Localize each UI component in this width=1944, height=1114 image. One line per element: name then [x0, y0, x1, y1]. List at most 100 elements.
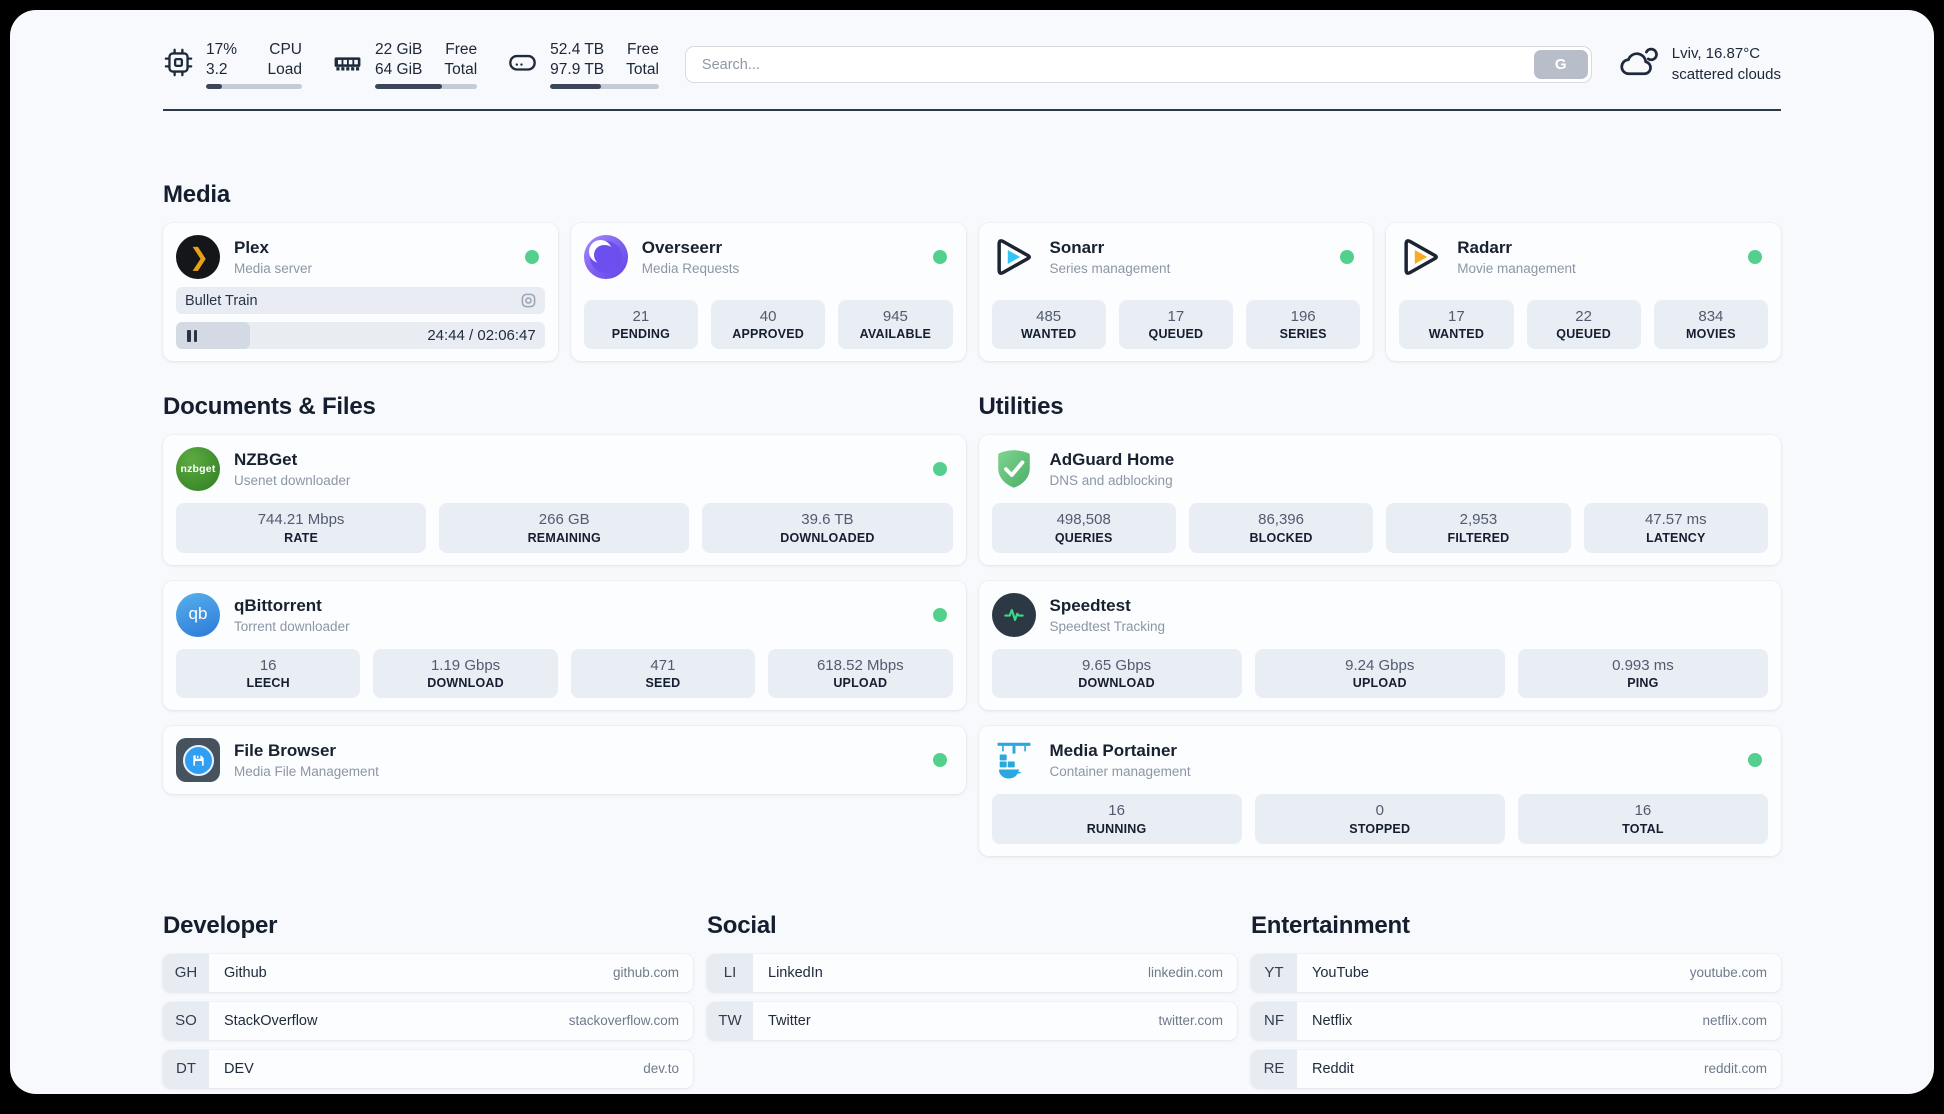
stat-filtered: 2,953 FILTERED — [1386, 503, 1571, 553]
session-icon[interactable] — [521, 293, 536, 308]
bookmark-linkedin[interactable]: LI LinkedIn linkedin.com — [707, 953, 1237, 992]
app-card-filebrowser[interactable]: File Browser Media File Management — [163, 726, 966, 795]
app-name: qBittorrent — [234, 595, 322, 615]
stat-approved: 40 APPROVED — [711, 299, 826, 350]
ram-total-value: 64 GiB — [375, 61, 423, 79]
app-description: Media Requests — [641, 261, 740, 277]
app-card-portainer[interactable]: Media Portainer Container management 16 … — [978, 726, 1781, 856]
disk-widget: 52.4 TB 97.9 TB Free Total — [507, 40, 659, 90]
bookmark-name: StackOverflow — [224, 1012, 318, 1029]
app-card-radarr[interactable]: Radarr Movie management 17 WANTED 22 QUE… — [1386, 223, 1781, 362]
bookmark-name: DEV — [224, 1060, 254, 1077]
ram-free-label: Free — [445, 41, 478, 58]
bookmark-name: Reddit — [1312, 1060, 1354, 1077]
bookmark-name: YouTube — [1312, 964, 1369, 981]
app-name: Radarr — [1457, 238, 1513, 258]
now-playing-title: Bullet Train — [185, 292, 258, 309]
stat-ping: 0.993 ms PING — [1517, 648, 1768, 699]
bookmark-group-social: Social LI LinkedIn linkedin.com TW Twitt… — [707, 912, 1237, 1088]
playback-progress-row: 24:44 / 02:06:47 — [176, 322, 545, 350]
app-description: Usenet downloader — [234, 473, 351, 489]
app-card-speedtest[interactable]: Speedtest Speedtest Tracking 9.65 Gbps D… — [978, 580, 1781, 711]
bookmark-abbr: SO — [163, 1001, 209, 1040]
ram-total-label: Total — [444, 61, 478, 79]
stat-wanted: 17 WANTED — [1399, 299, 1514, 350]
app-name: Sonarr — [1049, 238, 1105, 258]
app-name: AdGuard Home — [1049, 450, 1175, 470]
stat-available: 945 AVAILABLE — [838, 299, 953, 350]
bookmark-netflix[interactable]: NF Netflix netflix.com — [1251, 1001, 1781, 1040]
bookmark-url: linkedin.com — [1147, 965, 1223, 981]
bookmark-url: dev.to — [643, 1061, 679, 1077]
search-input[interactable] — [684, 46, 1592, 84]
bookmark-name: Github — [224, 964, 267, 981]
stat-wanted: 485 WANTED — [991, 299, 1106, 350]
app-card-nzbget[interactable]: nzbget NZBGet Usenet downloader 744.21 M… — [163, 435, 966, 565]
section-title-entertainment: Entertainment — [1251, 911, 1410, 939]
app-name: Plex — [234, 238, 269, 258]
search-bar: G — [684, 46, 1592, 84]
bookmark-url: youtube.com — [1689, 965, 1767, 981]
weather-widget: Lviv, 16.87°C scattered clouds — [1618, 44, 1781, 85]
app-name: Media Portainer — [1049, 741, 1178, 761]
bookmark-abbr: TW — [707, 1001, 753, 1040]
stat-download: 9.65 Gbps DOWNLOAD — [991, 648, 1242, 699]
header-divider — [163, 109, 1781, 112]
app-card-qbittorrent[interactable]: qb qBittorrent Torrent downloader 16 LEE… — [163, 580, 966, 711]
app-name: Speedtest — [1049, 595, 1131, 615]
stat-downloaded: 39.6 TB DOWNLOADED — [702, 503, 953, 553]
stat-upload: 618.52 Mbps UPLOAD — [768, 648, 953, 699]
pause-icon[interactable] — [187, 329, 197, 342]
overseerr-icon — [583, 235, 628, 280]
status-dot — [932, 462, 947, 477]
ram-icon — [332, 47, 363, 83]
bookmark-abbr: NF — [1251, 1001, 1297, 1040]
portainer-icon — [992, 738, 1036, 782]
stat-queued: 22 QUEUED — [1526, 299, 1641, 350]
dashboard: 17% 3.2 CPU Load 22 GiB 64 GiB Free Tota… — [10, 10, 1934, 1094]
stat-stopped: 0 STOPPED — [1254, 794, 1505, 844]
stat-queued: 17 QUEUED — [1118, 299, 1233, 350]
bookmark-url: twitter.com — [1158, 1013, 1223, 1029]
stat-pending: 21 PENDING — [583, 299, 698, 350]
stat-movies: 834 MOVIES — [1653, 299, 1768, 350]
section-title-developer: Developer — [163, 911, 278, 939]
stat-download: 1.19 Gbps DOWNLOAD — [373, 648, 558, 699]
plex-icon: ❯ — [176, 235, 220, 280]
now-playing-row: Bullet Train — [176, 287, 545, 315]
section-title-social: Social — [707, 911, 777, 939]
app-card-overseerr[interactable]: Overseerr Media Requests 21 PENDING 40 A… — [570, 223, 966, 362]
app-description: Media File Management — [234, 764, 379, 780]
bookmark-stackoverflow[interactable]: SO StackOverflow stackoverflow.com — [163, 1001, 693, 1040]
disk-total-value: 97.9 TB — [550, 61, 605, 79]
app-description: DNS and adblocking — [1049, 473, 1173, 489]
search-engine-button[interactable]: G — [1533, 50, 1588, 80]
section-title-media: Media — [163, 181, 231, 209]
bookmark-reddit[interactable]: RE Reddit reddit.com — [1251, 1049, 1781, 1088]
system-monitors: 17% 3.2 CPU Load 22 GiB 64 GiB Free Tota… — [163, 40, 659, 90]
app-card-adguard[interactable]: AdGuard Home DNS and adblocking 498,508 … — [978, 435, 1781, 565]
app-card-plex[interactable]: ❯ Plex Media server Bullet Train 24:44 /… — [163, 223, 558, 362]
app-card-sonarr[interactable]: Sonarr Series management 485 WANTED 17 Q… — [978, 223, 1374, 362]
app-description: Speedtest Tracking — [1049, 618, 1166, 634]
bookmark-abbr: DT — [163, 1049, 209, 1088]
section-title-documents: Documents & Files — [163, 393, 376, 421]
app-name: NZBGet — [234, 450, 298, 470]
stat-series: 196 SERIES — [1246, 299, 1361, 350]
stat-total: 16 TOTAL — [1517, 794, 1768, 844]
status-dot — [1340, 250, 1355, 265]
disk-free-value: 52.4 TB — [550, 41, 605, 58]
bookmark-github[interactable]: GH Github github.com — [163, 953, 693, 992]
bookmark-url: reddit.com — [1703, 1061, 1767, 1077]
cpu-load-label: Load — [267, 61, 302, 79]
bookmark-abbr: LI — [707, 953, 753, 992]
status-dot — [932, 753, 947, 768]
bookmark-twitter[interactable]: TW Twitter twitter.com — [707, 1001, 1237, 1040]
bookmark-dev[interactable]: DT DEV dev.to — [163, 1049, 693, 1088]
bookmark-youtube[interactable]: YT YouTube youtube.com — [1251, 953, 1781, 992]
disk-total-label: Total — [626, 61, 659, 79]
top-bar: 17% 3.2 CPU Load 22 GiB 64 GiB Free Tota… — [163, 40, 1781, 90]
ram-free-value: 22 GiB — [375, 41, 423, 58]
ram-progress-bar — [375, 84, 478, 90]
bookmark-abbr: YT — [1251, 953, 1297, 992]
